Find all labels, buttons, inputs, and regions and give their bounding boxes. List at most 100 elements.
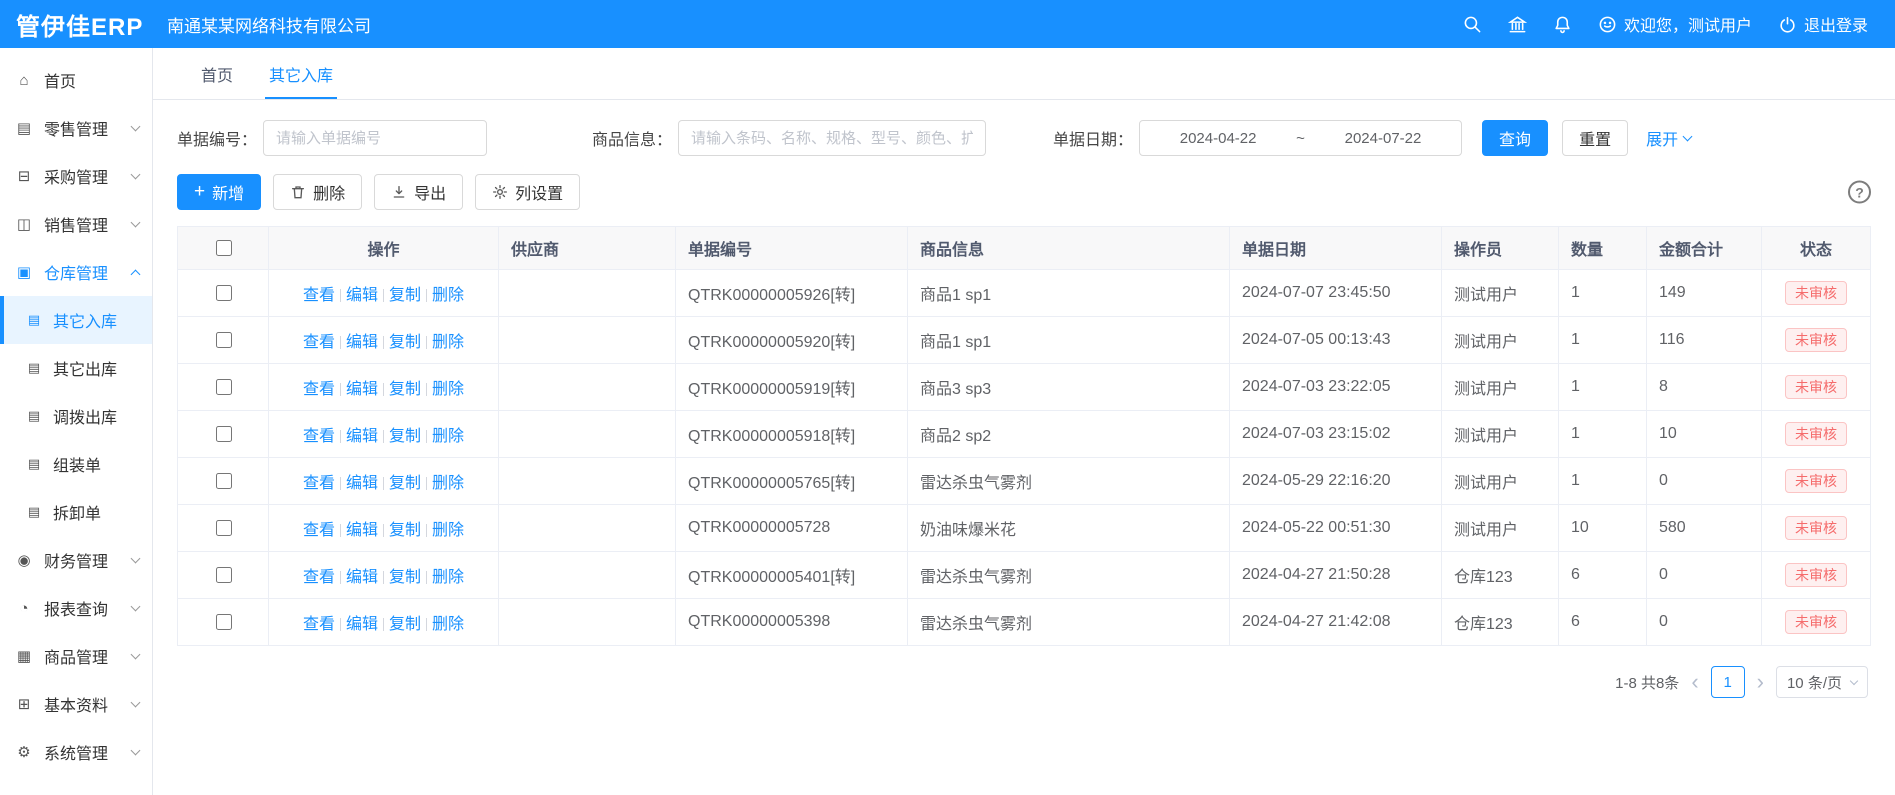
doc-icon: ▤ <box>25 456 43 472</box>
row-checkbox[interactable] <box>216 520 232 536</box>
sidebar-item-warehouse[interactable]: ▣ 仓库管理 <box>0 248 152 296</box>
product-input[interactable] <box>678 120 986 156</box>
row-checkbox[interactable] <box>216 426 232 442</box>
view-link[interactable]: 查看 <box>303 381 335 398</box>
next-page-icon[interactable]: › <box>1757 671 1764 693</box>
checkbox-cell <box>178 364 269 411</box>
row-checkbox[interactable] <box>216 332 232 348</box>
edit-link[interactable]: 编辑 <box>346 475 378 492</box>
sidebar-item-label: 报表查询 <box>44 596 108 620</box>
edit-link[interactable]: 编辑 <box>346 428 378 445</box>
docno-input[interactable] <box>263 120 487 156</box>
product-cell: 商品2 sp2 <box>908 411 1230 458</box>
edit-link[interactable]: 编辑 <box>346 287 378 304</box>
bank-building-icon[interactable] <box>1508 15 1527 34</box>
select-all-cell <box>178 227 269 270</box>
app-logo[interactable]: 管伊佳ERP <box>0 7 153 42</box>
view-link[interactable]: 查看 <box>303 334 335 351</box>
copy-link[interactable]: 复制 <box>389 334 421 351</box>
copy-link[interactable]: 复制 <box>389 569 421 586</box>
edit-link[interactable]: 编辑 <box>346 334 378 351</box>
chevron-down-icon <box>131 554 141 564</box>
view-link[interactable]: 查看 <box>303 522 335 539</box>
date-range-picker[interactable]: 2024-04-22 ~ 2024-07-22 <box>1139 120 1462 156</box>
row-checkbox[interactable] <box>216 567 232 583</box>
copy-link[interactable]: 复制 <box>389 616 421 633</box>
sidebar-subitem-other-outbound[interactable]: ▤ 其它出库 <box>0 344 152 392</box>
sidebar-item-finance[interactable]: ◉ 财务管理 <box>0 536 152 584</box>
qty-cell: 1 <box>1559 411 1647 458</box>
sidebar-subitem-disassembly[interactable]: ▤ 拆卸单 <box>0 488 152 536</box>
view-link[interactable]: 查看 <box>303 287 335 304</box>
column-settings-button[interactable]: 列设置 <box>475 174 580 210</box>
sidebar-item-goods[interactable]: ▦ 商品管理 <box>0 632 152 680</box>
edit-link[interactable]: 编辑 <box>346 569 378 586</box>
prev-page-icon[interactable]: ‹ <box>1691 671 1698 693</box>
sidebar-subitem-label: 调拨出库 <box>53 404 117 428</box>
select-all-checkbox[interactable] <box>216 240 232 256</box>
operator-cell: 仓库123 <box>1442 552 1559 599</box>
sidebar-item-sales[interactable]: ◫ 销售管理 <box>0 200 152 248</box>
sidebar-item-home[interactable]: ⌂ 首页 <box>0 56 152 104</box>
sidebar-item-system[interactable]: ⚙ 系统管理 <box>0 728 152 776</box>
date-to-value[interactable]: 2024-07-22 <box>1345 130 1422 147</box>
sidebar-item-reports[interactable]: ◔ 报表查询 <box>0 584 152 632</box>
copy-link[interactable]: 复制 <box>389 428 421 445</box>
view-link[interactable]: 查看 <box>303 428 335 445</box>
sidebar-subitem-assembly[interactable]: ▤ 组装单 <box>0 440 152 488</box>
help-icon[interactable]: ? <box>1848 181 1871 204</box>
sidebar-item-label: 销售管理 <box>44 212 108 236</box>
delete-link[interactable]: 删除 <box>432 522 464 539</box>
logout-button[interactable]: 退出登录 <box>1778 12 1868 36</box>
delete-link[interactable]: 删除 <box>432 334 464 351</box>
delete-link[interactable]: 删除 <box>432 428 464 445</box>
page-size-select[interactable]: 10 条/页 <box>1776 666 1868 698</box>
row-checkbox[interactable] <box>216 379 232 395</box>
edit-link[interactable]: 编辑 <box>346 616 378 633</box>
sidebar-item-purchase[interactable]: ⊟ 采购管理 <box>0 152 152 200</box>
edit-link[interactable]: 编辑 <box>346 381 378 398</box>
table-toolbar: + 新增 删除 导出 <box>177 174 1871 210</box>
product-cell: 雷达杀虫气雾剂 <box>908 599 1230 646</box>
current-page-button[interactable]: 1 <box>1711 666 1745 698</box>
row-checkbox[interactable] <box>216 285 232 301</box>
sidebar-subitem-other-inbound[interactable]: ▤ 其它入库 <box>0 296 152 344</box>
bell-icon[interactable] <box>1553 15 1572 34</box>
copy-link[interactable]: 复制 <box>389 522 421 539</box>
sidebar-item-basic-data[interactable]: ⊞ 基本资料 <box>0 680 152 728</box>
tab-home[interactable]: 首页 <box>201 48 233 99</box>
copy-link[interactable]: 复制 <box>389 381 421 398</box>
add-button[interactable]: + 新增 <box>177 174 261 210</box>
delete-button[interactable]: 删除 <box>273 174 362 210</box>
chevron-down-icon <box>131 122 141 132</box>
user-menu[interactable]: 欢迎您，测试用户 <box>1598 12 1752 36</box>
copy-link[interactable]: 复制 <box>389 475 421 492</box>
delete-link[interactable]: 删除 <box>432 475 464 492</box>
table-row: 查看编辑复制删除 QTRK00000005401[转] 雷达杀虫气雾剂 2024… <box>178 552 1871 599</box>
sidebar-item-retail[interactable]: ▤ 零售管理 <box>0 104 152 152</box>
delete-link[interactable]: 删除 <box>432 287 464 304</box>
search-icon[interactable] <box>1463 15 1482 34</box>
sidebar-item-label: 财务管理 <box>44 548 108 572</box>
sidebar-subitem-transfer-outbound[interactable]: ▤ 调拨出库 <box>0 392 152 440</box>
search-button[interactable]: 查询 <box>1482 120 1548 156</box>
delete-link[interactable]: 删除 <box>432 616 464 633</box>
copy-link[interactable]: 复制 <box>389 287 421 304</box>
date-from-value[interactable]: 2024-04-22 <box>1180 130 1257 147</box>
row-checkbox[interactable] <box>216 473 232 489</box>
chevron-down-icon <box>1850 676 1858 684</box>
delete-link[interactable]: 删除 <box>432 569 464 586</box>
docno-cell: QTRK00000005398 <box>676 599 908 646</box>
row-checkbox[interactable] <box>216 614 232 630</box>
qty-cell: 6 <box>1559 599 1647 646</box>
expand-link[interactable]: 展开 <box>1646 126 1691 150</box>
export-button[interactable]: 导出 <box>374 174 463 210</box>
tab-other-inbound[interactable]: 其它入库 <box>269 48 333 99</box>
edit-link[interactable]: 编辑 <box>346 522 378 539</box>
delete-link[interactable]: 删除 <box>432 381 464 398</box>
reset-button[interactable]: 重置 <box>1562 120 1628 156</box>
sidebar-item-label: 首页 <box>44 68 76 92</box>
view-link[interactable]: 查看 <box>303 475 335 492</box>
view-link[interactable]: 查看 <box>303 616 335 633</box>
view-link[interactable]: 查看 <box>303 569 335 586</box>
